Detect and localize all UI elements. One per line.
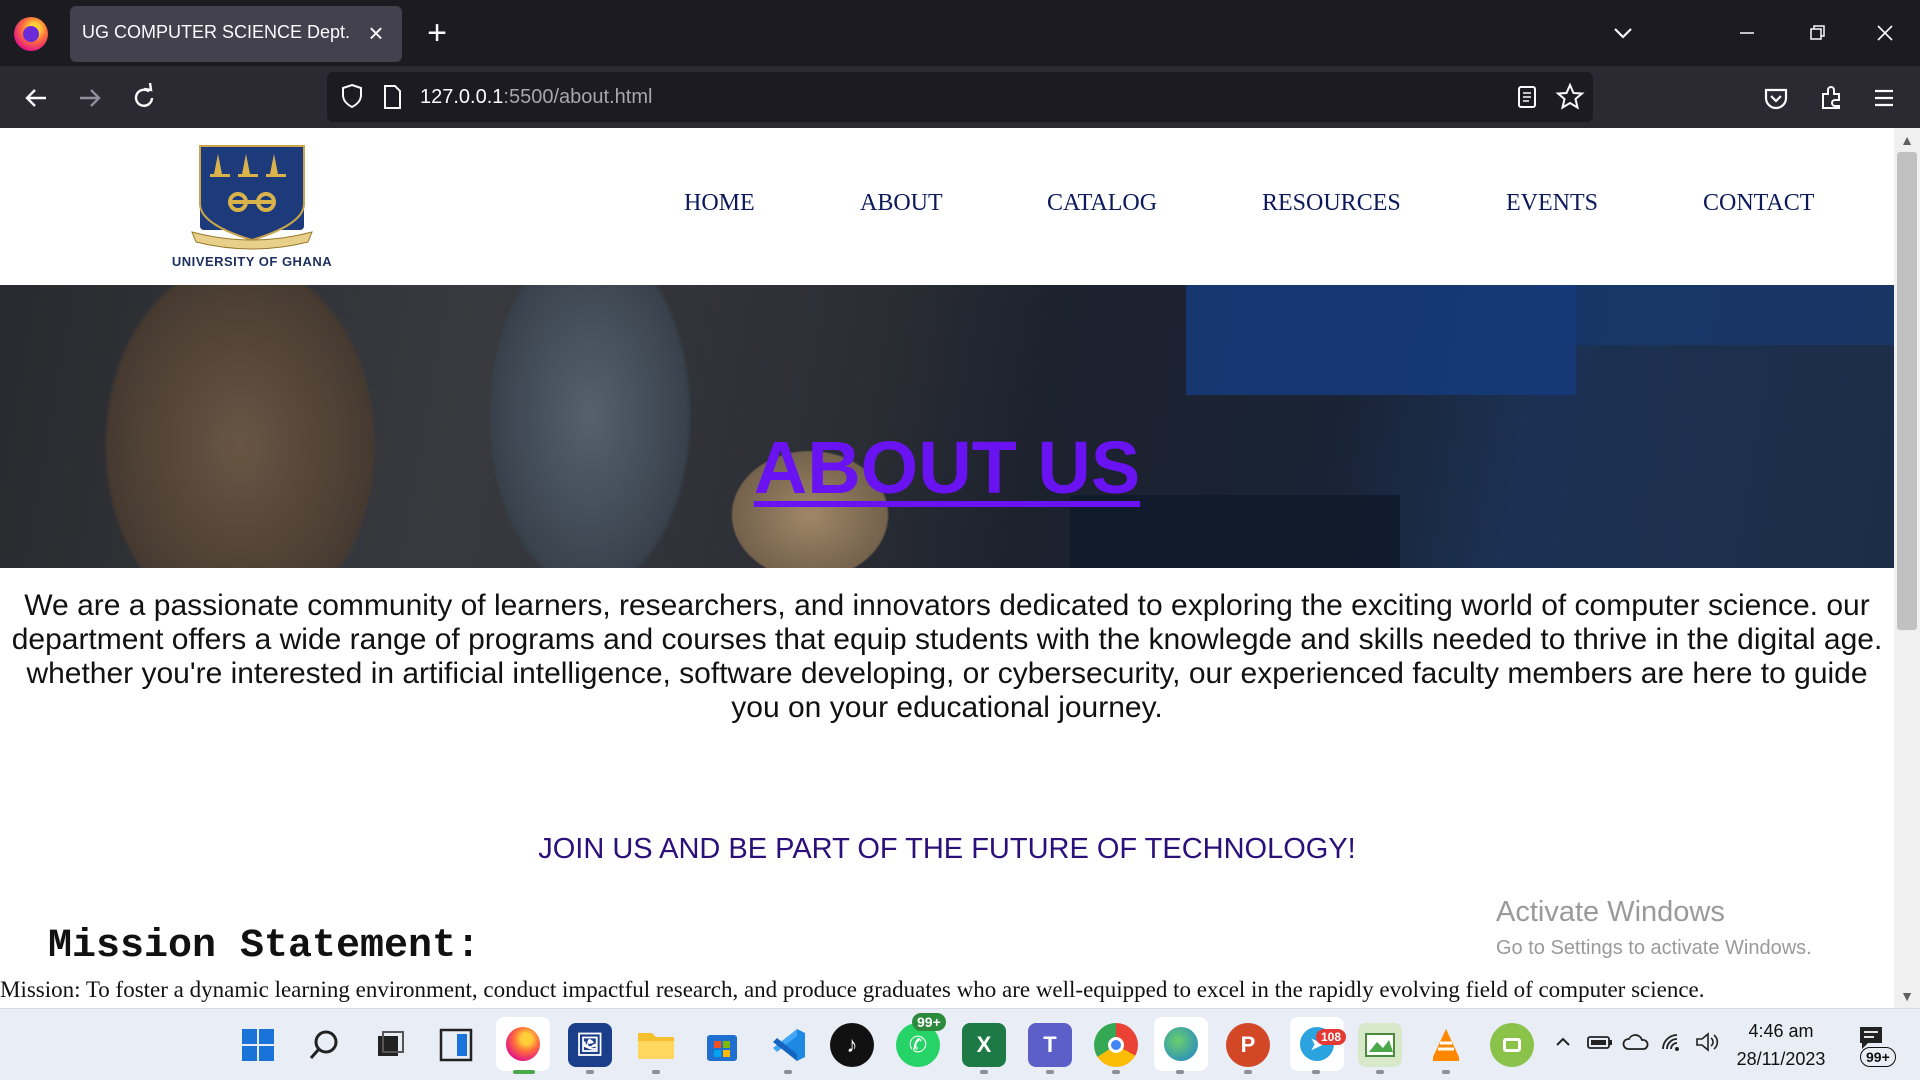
powerpoint-icon[interactable]: P — [1226, 1023, 1270, 1067]
teams-icon[interactable]: T — [1028, 1023, 1072, 1067]
hero-monitor-screen — [1186, 285, 1576, 395]
notification-badge: 99+ — [1860, 1047, 1896, 1067]
url-host: 127.0.0.1 — [420, 86, 504, 108]
bookmark-star-icon[interactable] — [1555, 82, 1585, 117]
firefox-icon[interactable] — [14, 17, 48, 51]
onedrive-cloud-icon[interactable] — [1622, 1031, 1650, 1058]
window-restore-icon[interactable] — [1800, 16, 1834, 50]
url-text[interactable]: 127.0.0.1:5500/about.html — [420, 86, 652, 109]
hero-monitor-screen-right — [1560, 285, 1894, 345]
windows-taskbar: 🖼 ♪ ✆ 99+ X T P ➤ 108 4:46 am 28/11/2023… — [0, 1008, 1920, 1080]
android-emulator-icon[interactable] — [1490, 1023, 1534, 1067]
watermark-line2: Go to Settings to activate Windows. — [1496, 937, 1812, 959]
battery-icon[interactable] — [1587, 1031, 1613, 1058]
nav-about[interactable]: ABOUT — [860, 190, 943, 217]
reload-icon[interactable] — [124, 78, 164, 118]
logo-text: UNIVERSITY OF GHANA — [171, 254, 333, 269]
browser-tab-bar: UG COMPUTER SCIENCE Dept. × + — [0, 0, 1920, 66]
extensions-icon[interactable] — [1811, 78, 1851, 118]
system-clock[interactable]: 4:46 am 28/11/2023 — [1716, 1017, 1846, 1073]
scroll-down-arrow-icon[interactable]: ▼ — [1897, 986, 1917, 1006]
microsoft-store-icon[interactable] — [700, 1023, 744, 1067]
vlc-icon[interactable] — [1424, 1023, 1468, 1067]
browser-nav-bar: 127.0.0.1:5500/about.html — [0, 66, 1920, 128]
mission-heading: Mission Statement: — [48, 924, 481, 969]
nav-events[interactable]: EVENTS — [1506, 190, 1598, 217]
tab-title: UG COMPUTER SCIENCE Dept. — [82, 22, 351, 42]
tiktok-icon[interactable]: ♪ — [830, 1023, 874, 1067]
tab-close-icon[interactable]: × — [360, 17, 392, 49]
hero-title[interactable]: ABOUT US — [0, 425, 1894, 510]
join-tagline: JOIN US AND BE PART OF THE FUTURE OF TEC… — [538, 833, 1356, 865]
hero-banner: ABOUT US — [0, 285, 1894, 568]
excel-icon[interactable]: X — [962, 1023, 1006, 1067]
university-crest-icon — [191, 145, 313, 250]
url-bar[interactable]: 127.0.0.1:5500/about.html — [327, 72, 1593, 122]
clock-date: 28/11/2023 — [1736, 1049, 1826, 1069]
activate-windows-watermark: Activate Windows Go to Settings to activ… — [1496, 896, 1812, 960]
image-editor-icon[interactable] — [1358, 1023, 1402, 1067]
site-header: UNIVERSITY OF GHANA HOME ABOUT CATALOG R… — [0, 128, 1894, 285]
tracking-shield-icon[interactable] — [337, 81, 367, 116]
url-path: :5500/about.html — [503, 86, 653, 108]
widgets-icon[interactable] — [434, 1023, 478, 1067]
scroll-up-arrow-icon[interactable]: ▲ — [1897, 130, 1917, 150]
file-explorer-icon[interactable] — [634, 1023, 678, 1067]
chrome-icon[interactable] — [1094, 1023, 1138, 1067]
telegram-badge: 108 — [1316, 1029, 1347, 1045]
browser-globe-icon[interactable] — [1154, 1017, 1208, 1071]
browser-tab[interactable]: UG COMPUTER SCIENCE Dept. × — [70, 6, 402, 62]
taskbar-firefox-icon[interactable] — [496, 1017, 550, 1071]
list-all-tabs-chevron-icon[interactable] — [1606, 16, 1640, 50]
scrollbar-thumb[interactable] — [1897, 152, 1917, 630]
windows-start-icon[interactable] — [236, 1023, 280, 1067]
window-close-icon[interactable] — [1868, 16, 1902, 50]
page-info-icon[interactable] — [379, 82, 405, 117]
nav-resources[interactable]: RESOURCES — [1262, 190, 1401, 217]
university-logo[interactable]: UNIVERSITY OF GHANA — [152, 144, 352, 272]
search-icon[interactable] — [302, 1023, 346, 1067]
window-minimize-icon[interactable] — [1730, 16, 1764, 50]
vscode-icon[interactable] — [766, 1023, 810, 1067]
mission-text: Mission: To foster a dynamic learning en… — [0, 977, 1705, 1002]
show-hidden-icons-chevron-icon[interactable] — [1552, 1031, 1574, 1058]
nav-contact[interactable]: CONTACT — [1703, 190, 1814, 217]
clock-time: 4:46 am — [1748, 1021, 1814, 1041]
pocket-icon[interactable] — [1756, 78, 1796, 118]
nav-home[interactable]: HOME — [684, 190, 755, 217]
task-view-icon[interactable] — [368, 1023, 412, 1067]
back-arrow-icon[interactable] — [16, 78, 56, 118]
watermark-line1: Activate Windows — [1496, 896, 1725, 928]
forward-arrow-icon[interactable] — [70, 78, 110, 118]
reader-view-icon[interactable] — [1513, 83, 1541, 116]
hamburger-menu-icon[interactable] — [1864, 78, 1904, 118]
intro-paragraph: We are a passionate community of learner… — [11, 589, 1883, 724]
nav-catalog[interactable]: CATALOG — [1047, 190, 1157, 217]
taskbar-gallery-icon[interactable]: 🖼 — [568, 1023, 612, 1067]
wifi-icon[interactable] — [1660, 1031, 1686, 1058]
whatsapp-badge: 99+ — [912, 1013, 946, 1031]
new-tab-button[interactable]: + — [418, 14, 456, 52]
web-page: UNIVERSITY OF GHANA HOME ABOUT CATALOG R… — [0, 128, 1894, 1008]
